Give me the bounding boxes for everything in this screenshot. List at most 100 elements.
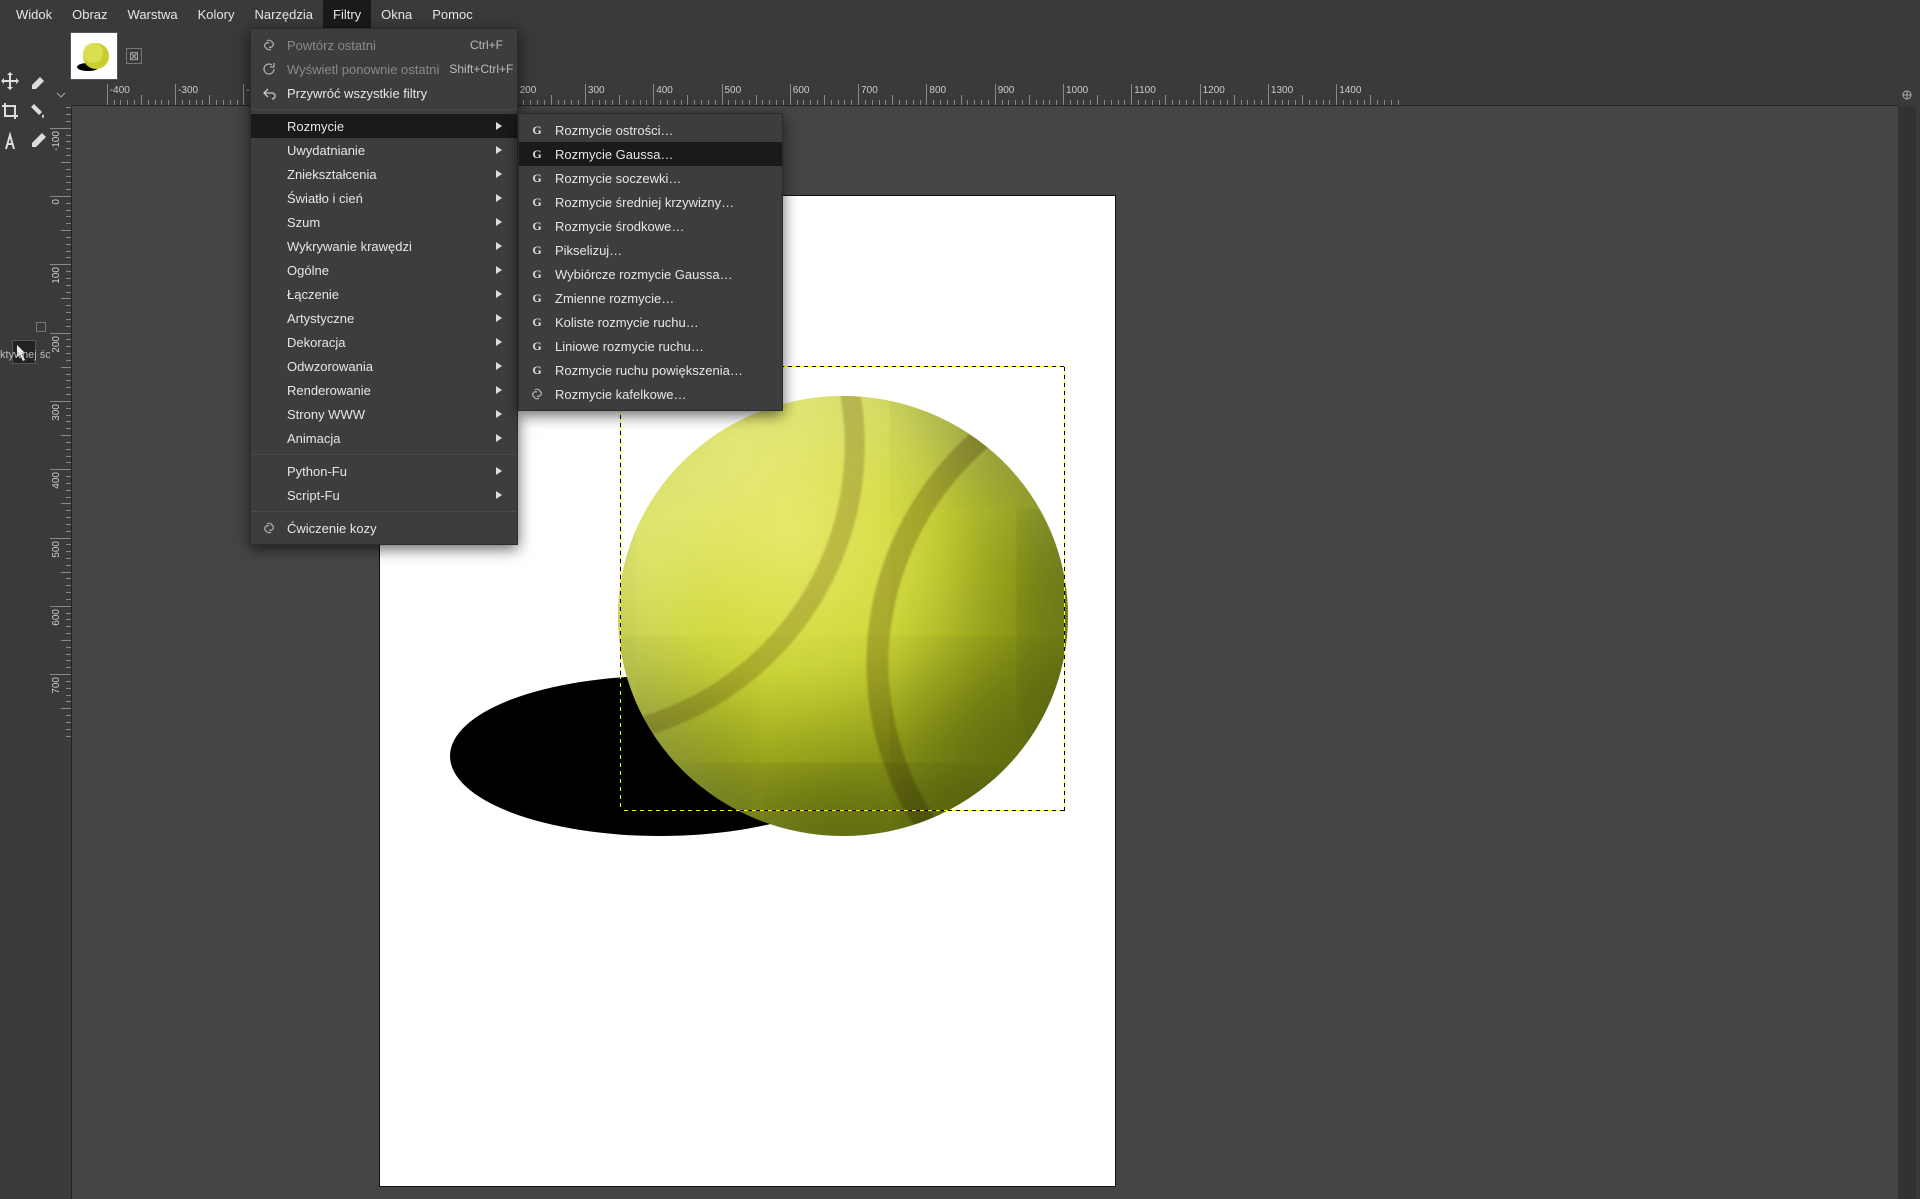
blank-icon xyxy=(261,382,277,398)
menu-item[interactable]: Artystyczne xyxy=(251,306,517,330)
menu-item[interactable]: GRozmycie średniej krzywizny… xyxy=(519,190,782,214)
menu-item[interactable]: Łączenie xyxy=(251,282,517,306)
menu-item[interactable]: Odwzorowania xyxy=(251,354,517,378)
close-icon: ⊠ xyxy=(129,50,139,62)
blank-icon xyxy=(261,142,277,158)
menu-item-label: Dekoracja xyxy=(287,335,485,350)
menu-item[interactable]: Światło i cień xyxy=(251,186,517,210)
menu-item: Powtórz ostatniCtrl+F xyxy=(251,33,517,57)
blank-icon: G xyxy=(529,170,545,186)
menu-item[interactable]: G Rozmycie ruchu powiększenia… xyxy=(519,358,782,382)
panel-collapse-icon[interactable] xyxy=(36,322,46,332)
submenu-arrow-icon xyxy=(495,215,503,230)
menu-pomoc[interactable]: Pomoc xyxy=(422,0,482,28)
canvas-nav-button[interactable] xyxy=(1898,84,1916,106)
menu-item-label: Koliste rozmycie ruchu… xyxy=(555,315,768,330)
menu-item[interactable]: Rozmycie xyxy=(251,114,517,138)
menu-item-label: Łączenie xyxy=(287,287,485,302)
menu-item-label: Rozmycie ruchu powiększenia… xyxy=(555,363,768,378)
menu-item-label: Uwydatnianie xyxy=(287,143,485,158)
blank-icon xyxy=(261,334,277,350)
menu-item[interactable]: GWybiórcze rozmycie Gaussa… xyxy=(519,262,782,286)
menu-item[interactable]: Strony WWW xyxy=(251,402,517,426)
ruler-v-tick: 300 xyxy=(50,402,63,423)
ruler-h-tick: 900 xyxy=(998,85,1015,96)
menu-kolory[interactable]: Kolory xyxy=(188,0,245,28)
ruler-v-tick: 0 xyxy=(50,197,63,207)
menu-item[interactable]: GLiniowe rozmycie ruchu… xyxy=(519,334,782,358)
blank-icon xyxy=(261,406,277,422)
menu-item[interactable]: Ogólne xyxy=(251,258,517,282)
menu-filtry[interactable]: Filtry xyxy=(323,0,371,28)
menu-item[interactable]: G Koliste rozmycie ruchu… xyxy=(519,310,782,334)
menu-item[interactable]: GRozmycie Gaussa… xyxy=(519,142,782,166)
menu-item[interactable]: Python-Fu xyxy=(251,459,517,483)
blur-submenu: GRozmycie ostrości…GRozmycie Gaussa…GRoz… xyxy=(518,113,783,411)
blank-icon: G xyxy=(529,146,545,162)
menu-obraz[interactable]: Obraz xyxy=(62,0,117,28)
ruler-h-tick: 1300 xyxy=(1271,85,1293,96)
ruler-vertical[interactable]: -200-1000100200300400500600700 xyxy=(50,106,72,1199)
menu-item[interactable]: Szum xyxy=(251,210,517,234)
eraser-tool[interactable] xyxy=(26,69,50,93)
ruler-v-tick: -100 xyxy=(50,129,63,153)
menu-item[interactable]: GPikselizuj… xyxy=(519,238,782,262)
document-tab[interactable]: ⊠ xyxy=(60,28,152,84)
blank-icon: G xyxy=(529,362,545,378)
menu-item-label: Script-Fu xyxy=(287,488,485,503)
menu-item[interactable]: Script-Fu xyxy=(251,483,517,507)
submenu-arrow-icon xyxy=(495,287,503,302)
menu-item[interactable]: GRozmycie soczewki… xyxy=(519,166,782,190)
menu-narzędzia[interactable]: Narzędzia xyxy=(244,0,323,28)
ruler-h-tick: 800 xyxy=(929,85,946,96)
menu-warstwa[interactable]: Warstwa xyxy=(118,0,188,28)
submenu-arrow-icon xyxy=(495,431,503,446)
menu-okna[interactable]: Okna xyxy=(371,0,422,28)
menu-item[interactable]: Ćwiczenie kozy xyxy=(251,516,517,540)
menu-item[interactable]: Rozmycie kafelkowe… xyxy=(519,382,782,406)
ruler-v-tick: 700 xyxy=(50,675,63,696)
submenu-arrow-icon xyxy=(495,335,503,350)
menu-item[interactable]: Uwydatnianie xyxy=(251,138,517,162)
blank-icon: G xyxy=(529,218,545,234)
ruler-h-tick: 1200 xyxy=(1203,85,1225,96)
move-tool[interactable] xyxy=(0,69,22,93)
link-icon xyxy=(529,386,545,402)
submenu-arrow-icon xyxy=(495,359,503,374)
bucket-fill-tool[interactable] xyxy=(26,99,50,123)
menu-item-label: Szum xyxy=(287,215,485,230)
ruler-h-tick: 200 xyxy=(520,85,537,96)
submenu-arrow-icon xyxy=(495,167,503,182)
blank-icon: G xyxy=(529,314,545,330)
ruler-v-tick: 200 xyxy=(50,334,63,355)
filters-menu: Powtórz ostatniCtrl+FWyświetl ponownie o… xyxy=(250,28,518,545)
submenu-arrow-icon xyxy=(495,263,503,278)
menu-item[interactable]: Przywróć wszystkie filtry xyxy=(251,81,517,105)
menu-item-accel: Ctrl+F xyxy=(470,38,503,52)
close-tab-button[interactable]: ⊠ xyxy=(126,48,142,64)
menu-item[interactable]: GZmienne rozmycie… xyxy=(519,286,782,310)
menu-item-label: Animacja xyxy=(287,431,485,446)
ruler-origin[interactable] xyxy=(50,84,72,106)
ruler-h-tick: 400 xyxy=(656,85,673,96)
menu-item[interactable]: Renderowanie xyxy=(251,378,517,402)
submenu-arrow-icon xyxy=(495,191,503,206)
crop-tool[interactable] xyxy=(0,99,22,123)
menu-item[interactable]: GRozmycie środkowe… xyxy=(519,214,782,238)
color-picker-tool[interactable] xyxy=(26,129,50,153)
menu-item-label: Rozmycie ostrości… xyxy=(555,123,768,138)
blank-icon xyxy=(261,487,277,503)
menu-item-label: Renderowanie xyxy=(287,383,485,398)
menu-item[interactable]: GRozmycie ostrości… xyxy=(519,118,782,142)
blank-icon xyxy=(261,262,277,278)
menu-item[interactable]: Wykrywanie krawędzi xyxy=(251,234,517,258)
menu-item[interactable]: Dekoracja xyxy=(251,330,517,354)
menu-item[interactable]: Zniekształcenia xyxy=(251,162,517,186)
menu-separator xyxy=(251,511,517,512)
blank-icon xyxy=(261,310,277,326)
menu-widok[interactable]: Widok xyxy=(6,0,62,28)
tool-options-label: ktywnej ście xyxy=(0,349,56,361)
blank-icon: G xyxy=(529,194,545,210)
menu-item[interactable]: Animacja xyxy=(251,426,517,450)
text-tool[interactable] xyxy=(0,129,22,153)
